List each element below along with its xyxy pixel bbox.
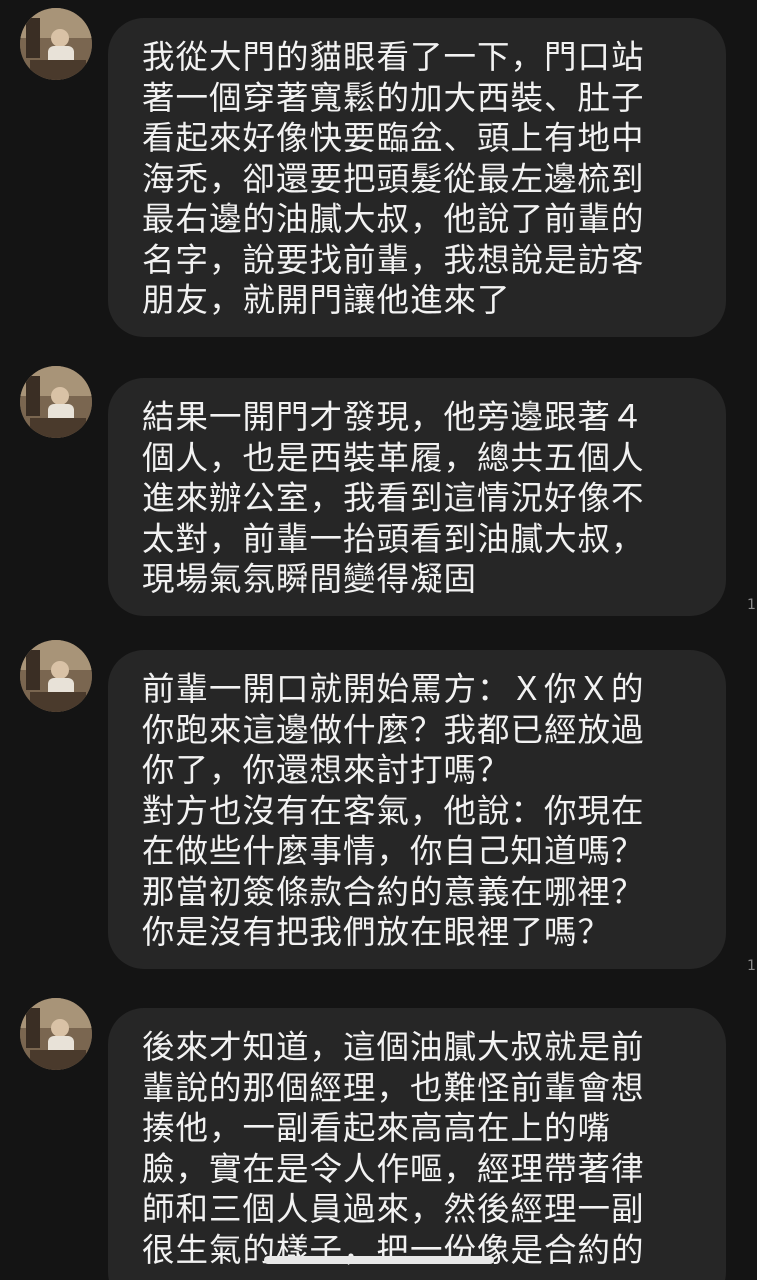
- message-text: 結果一開門才發現，他旁邊跟著４ 個人，也是西裝革履，總共五個人 進來辦公室，我看…: [142, 398, 645, 598]
- avatar-photo-icon: [20, 998, 92, 1070]
- home-indicator[interactable]: [264, 1256, 494, 1264]
- message-bubble[interactable]: 結果一開門才發現，他旁邊跟著４ 個人，也是西裝革履，總共五個人 進來辦公室，我看…: [108, 378, 726, 616]
- avatar-photo-icon: [20, 640, 92, 712]
- message-text: 我從大門的貓眼看了一下，門口站 著一個穿著寬鬆的加大西裝、肚子 看起來好像快要臨…: [142, 38, 645, 319]
- message-bubble[interactable]: 我從大門的貓眼看了一下，門口站 著一個穿著寬鬆的加大西裝、肚子 看起來好像快要臨…: [108, 18, 726, 337]
- sender-avatar[interactable]: [20, 640, 92, 712]
- message-text: 後來才知道，這個油膩大叔就是前 輩說的那個經理，也難怪前輩會想 揍他，一副看起來…: [142, 1028, 645, 1269]
- sender-avatar[interactable]: [20, 366, 92, 438]
- sender-avatar[interactable]: [20, 998, 92, 1070]
- message-bubble[interactable]: 後來才知道，這個油膩大叔就是前 輩說的那個經理，也難怪前輩會想 揍他，一副看起來…: [108, 1008, 726, 1280]
- sender-avatar[interactable]: [20, 8, 92, 80]
- timestamp: 1: [747, 597, 756, 613]
- avatar-photo-icon: [20, 8, 92, 80]
- avatar-photo-icon: [20, 366, 92, 438]
- message-bubble[interactable]: 前輩一開口就開始罵方：Ｘ你Ｘ的 你跑來這邊做什麼？我都已經放過 你了，你還想來討…: [108, 650, 726, 969]
- timestamp: 1: [747, 958, 756, 974]
- message-text: 前輩一開口就開始罵方：Ｘ你Ｘ的 你跑來這邊做什麼？我都已經放過 你了，你還想來討…: [142, 670, 645, 951]
